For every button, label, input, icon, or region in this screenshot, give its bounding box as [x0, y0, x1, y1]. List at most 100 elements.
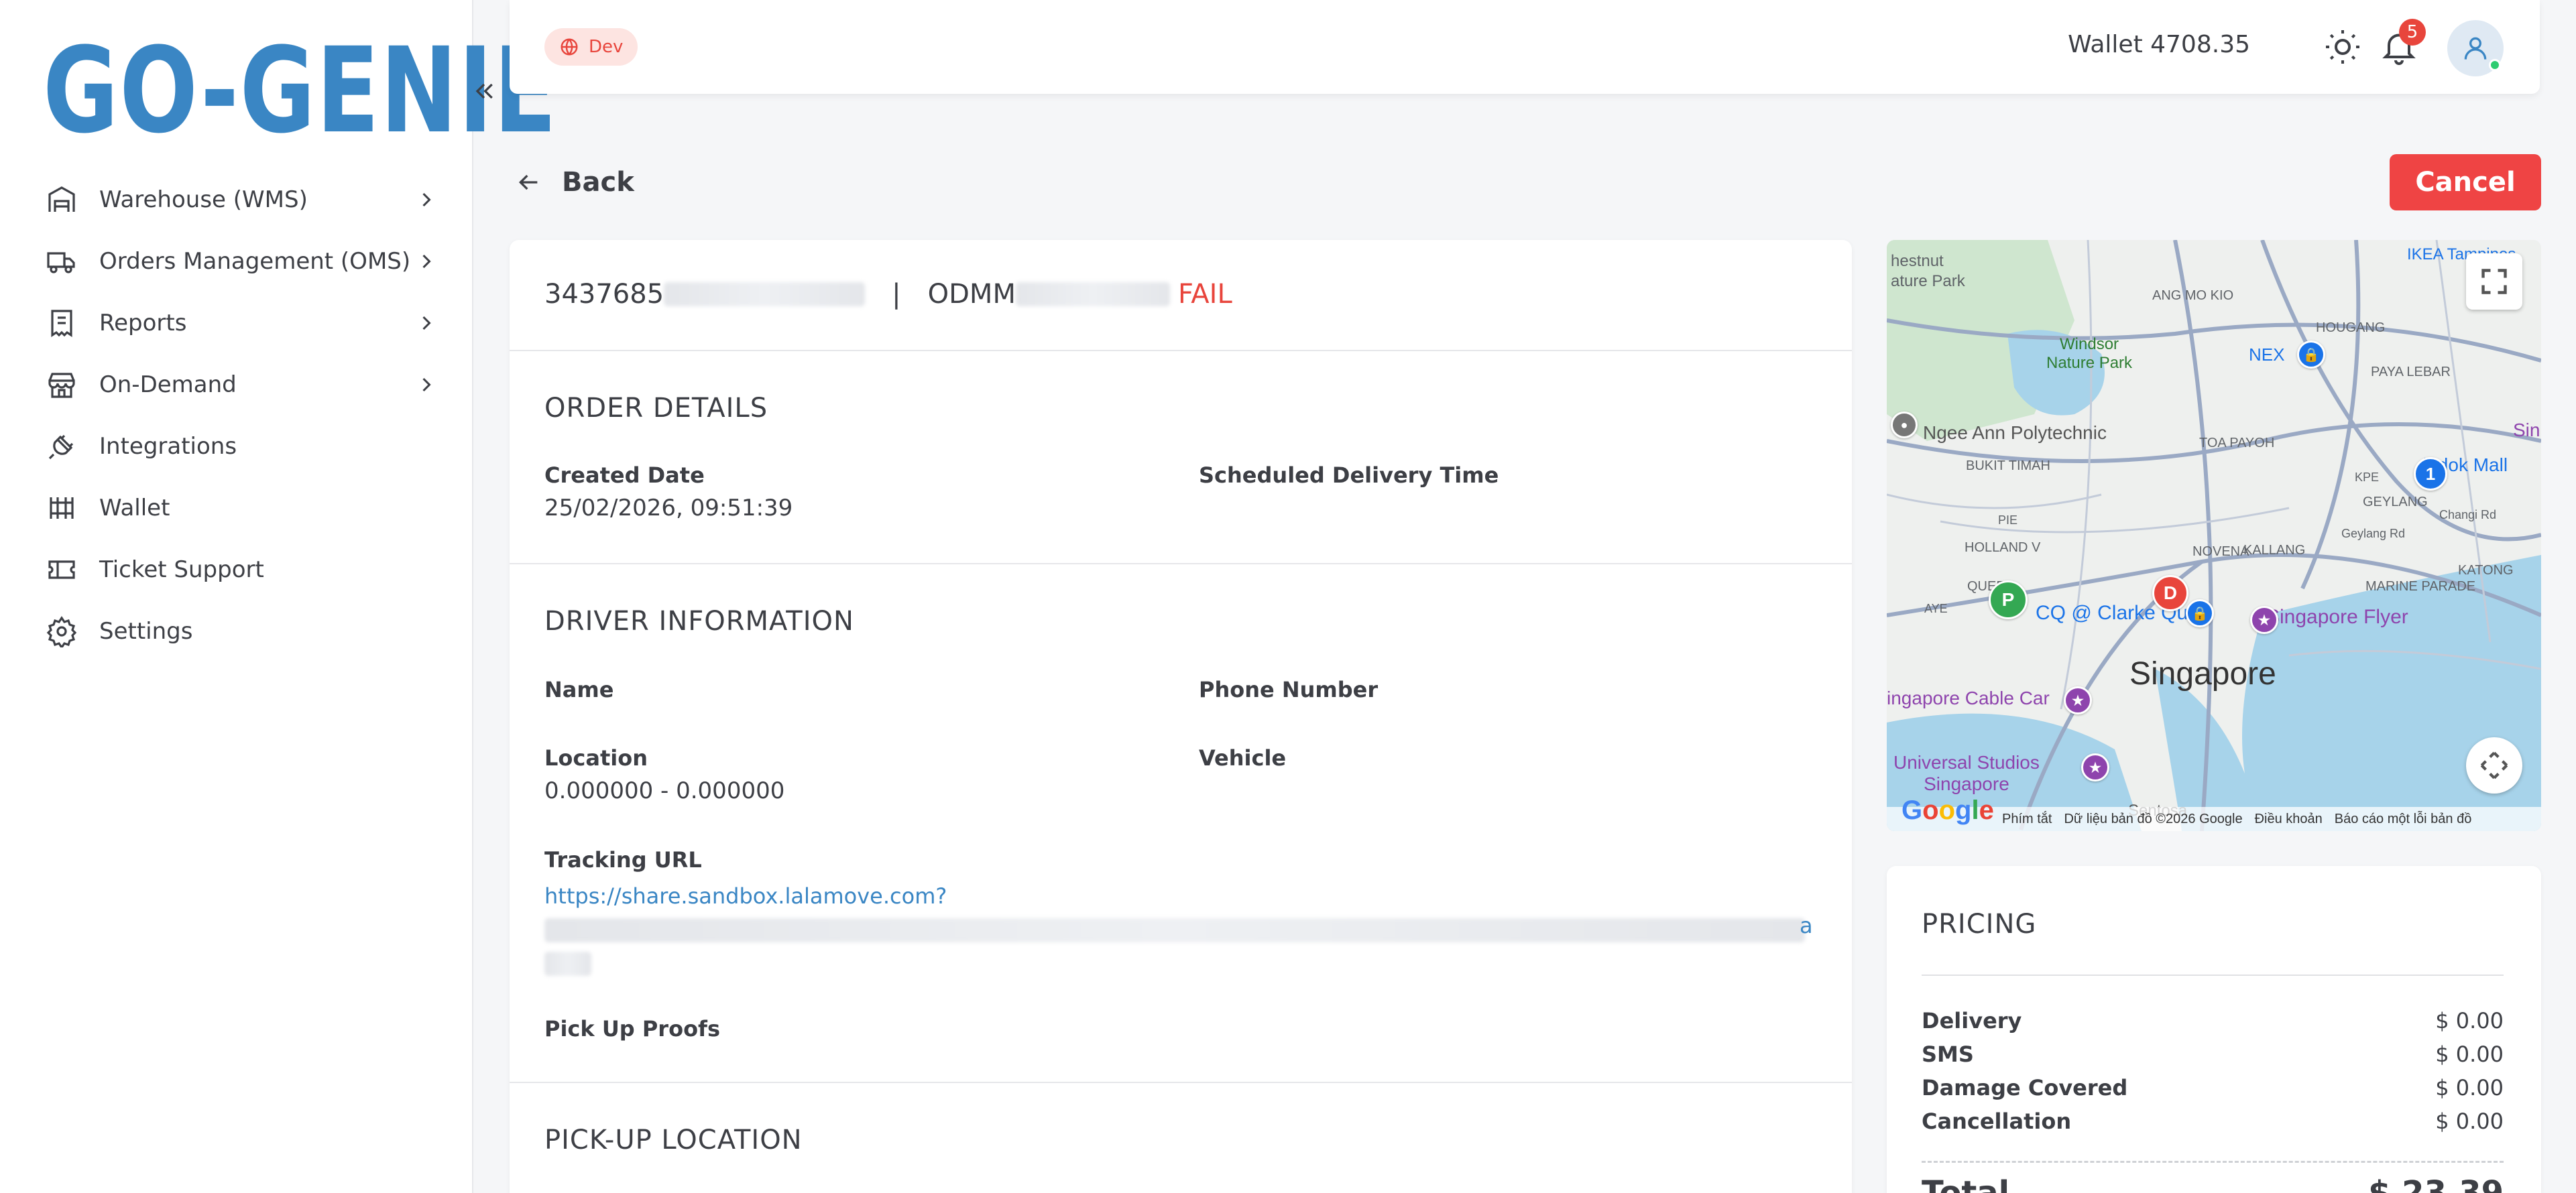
divider [510, 350, 1852, 351]
arrow-left-icon [518, 174, 538, 190]
map-label: Geylang Rd [2341, 527, 2406, 540]
price-label: Delivery [1922, 1008, 2022, 1033]
sidebar-item-reports[interactable]: Reports [43, 299, 438, 347]
pricing-title: PRICING [1922, 909, 2037, 940]
map-label: NEX [2249, 344, 2285, 365]
divider [1922, 1161, 2504, 1163]
sidebar-item-settings[interactable]: Settings [43, 607, 438, 655]
sidebar-item-ticket-support[interactable]: Ticket Support [43, 546, 438, 594]
sidebar-item-integrations[interactable]: Integrations [43, 422, 438, 470]
move-icon [2480, 751, 2508, 779]
map-label: hestnut [1891, 252, 1944, 270]
online-status-dot [2489, 59, 2501, 71]
cancel-order-button[interactable]: Cancel [2390, 154, 2541, 210]
total-value: $ 23.39 [2368, 1174, 2504, 1193]
order-id-redacted [664, 282, 866, 306]
map-label: TOA PAYOH [2199, 436, 2275, 450]
sidebar: GO-GENIE Warehouse (WMS) Orders Manageme… [0, 0, 557, 1193]
tracking-url-label: Tracking URL [544, 847, 702, 873]
map-label: Ngee Ann Polytechnic [1923, 422, 2107, 443]
map-label: GEYLANG [2363, 495, 2428, 509]
sidebar-item-orders[interactable]: Orders Management (OMS) [43, 237, 438, 286]
driver-phone-label: Phone Number [1199, 677, 1379, 702]
total-label: Total [1922, 1174, 2010, 1193]
order-id: 3437685 [544, 279, 664, 310]
sidebar-item-warehouse[interactable]: Warehouse (WMS) [43, 176, 438, 224]
map-data-attribution: Dữ liệu bản đồ ©2026 Google [2064, 811, 2243, 826]
sidebar-item-label: Warehouse (WMS) [99, 186, 308, 213]
map-label: Changi Rd [2439, 508, 2497, 521]
sidebar-item-label: Ticket Support [99, 556, 264, 583]
driver-information-title: DRIVER INFORMATION [544, 606, 854, 637]
divider [510, 1082, 1852, 1083]
notification-count-badge: 5 [2399, 19, 2426, 46]
scheduled-delivery-label: Scheduled Delivery Time [1199, 462, 1499, 488]
driver-name-label: Name [544, 677, 614, 702]
map-label: ingapore Cable Car [1887, 688, 2050, 708]
driver-location-value: 0.000000 - 0.000000 [544, 777, 785, 804]
map-label: PIE [1998, 513, 2018, 527]
created-date-label: Created Date [544, 462, 705, 488]
google-logo: Google [1901, 796, 1994, 825]
attraction-pin-icon: ★ [2250, 606, 2278, 634]
sun-icon [2326, 30, 2359, 64]
map-label: HOUGANG [2316, 320, 2386, 335]
back-button[interactable]: Back [515, 161, 634, 204]
attraction-pin-icon: ★ [2081, 753, 2109, 781]
divider [510, 563, 1852, 564]
order-reference-redacted [1015, 282, 1170, 306]
delivery-map[interactable]: hestnut ature Park ANG MO KIO HOUGANG IK… [1887, 240, 2541, 831]
chevron-right-icon [422, 316, 431, 330]
price-label: SMS [1922, 1042, 1974, 1067]
chevron-right-icon [422, 192, 431, 207]
order-detail-card: 3437685 | ODMM FAIL ORDER DETAILS Create… [510, 240, 1852, 1193]
price-label: Cancellation [1922, 1109, 2072, 1134]
theme-toggle-button[interactable] [2323, 27, 2363, 67]
divider [1922, 975, 2504, 976]
order-header-separator: | [892, 279, 901, 310]
map-label: HOLLAND V [1965, 540, 2041, 555]
chevrons-left-icon [475, 83, 493, 99]
sidebar-item-on-demand[interactable]: On-Demand [43, 361, 438, 409]
map-terms-link[interactable]: Điều khoản [2255, 812, 2323, 827]
chevron-right-icon [422, 254, 431, 269]
price-row: Delivery $ 0.00 [1922, 1008, 2504, 1033]
order-status: FAIL [1177, 279, 1232, 310]
order-reference: ODMM [927, 279, 1016, 310]
wallet-balance[interactable]: Wallet 4708.35 [2068, 31, 2250, 58]
map-label: AYE [1924, 602, 1948, 615]
map-label: KATONG [2458, 563, 2514, 578]
map-label: Windsor Nature Park [2046, 335, 2133, 372]
price-value: $ 0.00 [2435, 1008, 2504, 1033]
attraction-pin-icon: ★ [2064, 686, 2092, 714]
price-row: Cancellation $ 0.00 [1922, 1109, 2504, 1134]
wallet-icon [43, 489, 80, 527]
map-pan-control[interactable] [2466, 737, 2522, 794]
tracking-url-tail[interactable]: a [1800, 913, 1813, 938]
map-label: Singapore Flyer [2266, 606, 2408, 628]
order-header: 3437685 | ODMM FAIL [544, 279, 1232, 310]
order-details-title: ORDER DETAILS [544, 393, 768, 424]
sidebar-item-wallet[interactable]: Wallet [43, 484, 438, 532]
map-label: Singapore [2129, 656, 2276, 692]
user-icon [2464, 37, 2487, 60]
pricing-card: PRICING Delivery $ 0.00 SMS $ 0.00 Damag… [1887, 866, 2541, 1193]
collapse-sidebar-button[interactable] [463, 70, 506, 113]
map-label: PAYA LEBAR [2371, 365, 2451, 379]
map-fullscreen-button[interactable] [2466, 253, 2522, 310]
sidebar-item-label: Reports [99, 310, 187, 336]
environment-badge-label: Dev [589, 37, 624, 57]
map-label: MARINE PARADE [2365, 579, 2476, 594]
map-report-link[interactable]: Báo cáo một lỗi bản đồ [2335, 812, 2472, 827]
warehouse-icon [43, 181, 80, 218]
sidebar-item-label: Wallet [99, 495, 170, 521]
plug-icon [43, 428, 80, 465]
dropoff-pin[interactable]: D [2152, 575, 2188, 611]
driver-pin[interactable]: 1 [2414, 457, 2447, 491]
tracking-url-link[interactable]: https://share.sandbox.lalamove.com? [544, 879, 1818, 913]
ticket-icon [43, 551, 80, 588]
map-label: NOVENA [2192, 544, 2249, 559]
truck-icon [43, 243, 80, 280]
map-shortcuts-link[interactable]: Phím tắt [2002, 812, 2052, 827]
pickup-pin[interactable]: P [1989, 580, 2028, 619]
